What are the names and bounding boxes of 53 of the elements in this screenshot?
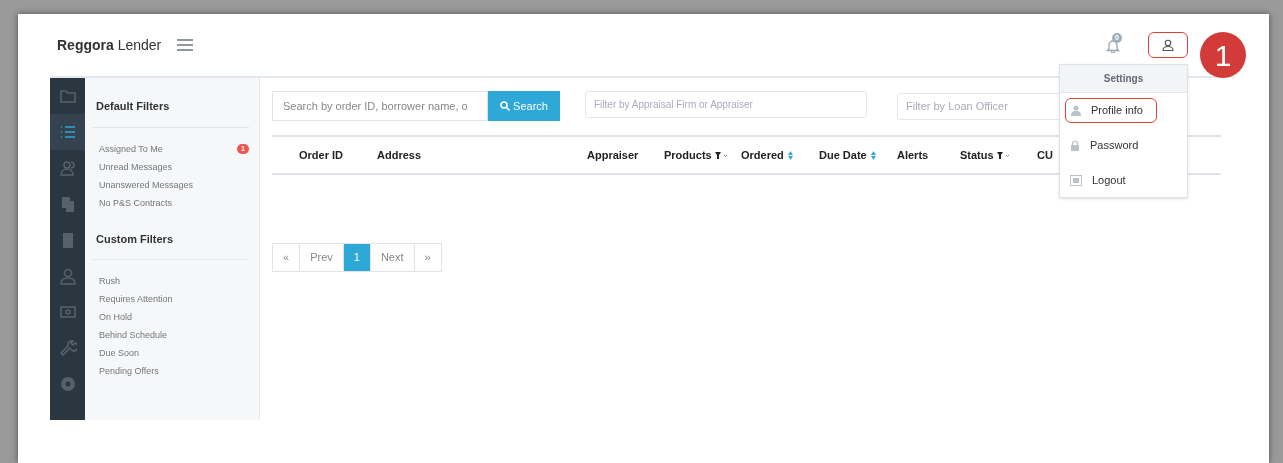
menu-item[interactable]: Password [1065, 133, 1182, 158]
column-header[interactable]: Due Date [819, 146, 867, 164]
wrench-icon[interactable] [58, 339, 77, 357]
list-icon[interactable] [58, 123, 77, 141]
column-header[interactable]: Address [377, 146, 422, 164]
search-button[interactable]: Search [488, 91, 560, 121]
menu-item[interactable]: Logout [1065, 168, 1182, 193]
page-button[interactable]: 1 [342, 243, 371, 272]
page-button[interactable]: Prev [299, 243, 344, 272]
user-icon[interactable] [58, 267, 77, 285]
column-header[interactable]: Appraiser [587, 146, 639, 164]
lifebuoy-icon[interactable] [58, 375, 77, 393]
sort-icon[interactable] [787, 150, 793, 160]
filter-item[interactable]: On Hold [99, 310, 249, 325]
column-header[interactable]: Ordered [741, 146, 784, 164]
page-button[interactable]: « [272, 243, 301, 272]
column-header[interactable]: Products [664, 146, 712, 164]
section-title: Default Filters [93, 98, 249, 128]
column-header[interactable]: Alerts [897, 146, 929, 164]
brand-name: Reggora Lender [57, 35, 162, 55]
menu-title: Settings [1060, 65, 1187, 93]
money-icon[interactable] [58, 303, 77, 321]
filter-item[interactable]: No P&S Contracts [99, 195, 173, 211]
filter-item[interactable]: Unread Messages [99, 159, 173, 175]
filter-item[interactable]: Pending Offers [99, 364, 249, 379]
filter-icon[interactable] [714, 151, 728, 159]
menu-item[interactable]: Profile info [1065, 98, 1157, 123]
search-icon [500, 101, 511, 111]
search-field[interactable]: Search by order ID, borrower name, o [272, 91, 488, 121]
page-button[interactable]: » [413, 243, 442, 272]
users-icon[interactable] [58, 159, 77, 177]
folder-icon[interactable] [58, 87, 77, 105]
profile-button[interactable] [1148, 32, 1188, 58]
filter-icon[interactable] [996, 151, 1010, 159]
column-header[interactable]: Order ID [299, 146, 343, 164]
sort-icon[interactable] [870, 150, 876, 160]
user-icon [1162, 39, 1174, 51]
filter-item[interactable]: Requires Attention [99, 292, 249, 307]
section-title: Custom Filters [93, 230, 249, 260]
lock-icon [1070, 140, 1080, 151]
page-button[interactable]: Next [369, 243, 415, 272]
column-header[interactable]: Status [960, 146, 994, 164]
filter-field[interactable]: Filter by Appraisal Firm or Appraiser [585, 91, 867, 118]
step-marker: 1 [1200, 32, 1246, 78]
filter-item[interactable]: Behind Schedule [99, 328, 249, 343]
filter-item[interactable]: Rush [99, 274, 249, 289]
filter-item[interactable]: Due Soon [99, 346, 249, 361]
filter-item[interactable]: Unanswered Messages [99, 177, 194, 193]
menu-icon[interactable] [177, 39, 194, 51]
filter-item[interactable]: Assigned To Me [99, 141, 163, 157]
column-header[interactable]: CU [1037, 146, 1053, 164]
user-icon [1071, 105, 1081, 116]
logout-icon [1070, 175, 1082, 186]
